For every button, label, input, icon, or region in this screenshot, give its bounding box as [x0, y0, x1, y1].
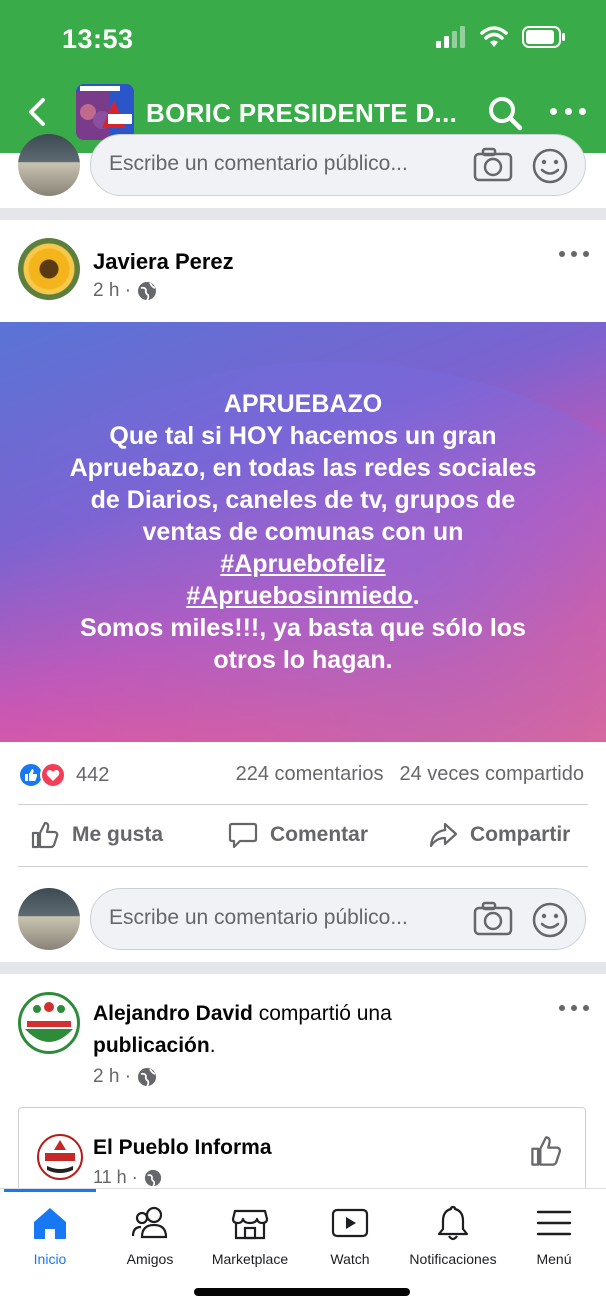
camera-icon[interactable]	[473, 901, 513, 937]
marketplace-icon	[231, 1209, 269, 1240]
post-meta: 2 h ·	[93, 1066, 157, 1088]
comment-composer: Escribe un comentario público...	[0, 886, 606, 952]
comment-composer: Escribe un comentario público...	[0, 132, 606, 198]
home-indicator	[194, 1288, 410, 1296]
tab-watch[interactable]: Watch	[300, 1203, 400, 1267]
author-avatar[interactable]	[18, 238, 80, 300]
menu-icon	[536, 1210, 572, 1236]
post-actions: Me gusta Comentar Compartir	[0, 812, 606, 862]
globe-icon	[144, 1169, 161, 1187]
comment-placeholder: Escribe un comentario público...	[109, 906, 408, 929]
search-icon	[489, 97, 523, 131]
globe-icon	[138, 282, 157, 301]
post-author[interactable]: Javiera Perez	[93, 249, 234, 275]
globe-icon	[138, 1068, 157, 1087]
post-time: 2 h ·	[93, 280, 132, 301]
comment-button[interactable]: Comentar	[228, 820, 368, 850]
cellular-signal-icon	[436, 26, 465, 48]
home-icon	[34, 1208, 66, 1239]
like-page-icon[interactable]	[529, 1134, 563, 1168]
emoji-icon[interactable]	[531, 147, 569, 185]
hashtag-link[interactable]: #Apruebosinmiedo	[186, 582, 412, 610]
engagement-counts: 224 comentarios 24 veces compartido	[236, 763, 584, 786]
reaction-count: 442	[76, 763, 110, 786]
post-time: 2 h ·	[93, 1066, 132, 1087]
feed-separator	[0, 962, 606, 974]
shared-post-author[interactable]: Alejandro David	[93, 1002, 253, 1025]
author-avatar[interactable]	[18, 992, 80, 1054]
bell-icon	[437, 1205, 469, 1241]
search-button[interactable]	[486, 94, 524, 132]
comment-input[interactable]: Escribe un comentario público...	[90, 888, 586, 950]
back-arrow-icon	[29, 98, 45, 126]
tab-menu[interactable]: Menú	[504, 1203, 604, 1267]
active-tab-indicator	[4, 1189, 96, 1192]
shared-post-header-line2: publicación.	[93, 1034, 216, 1057]
post-meta: 2 h ·	[93, 280, 157, 302]
divider	[18, 866, 588, 867]
reaction-summary[interactable]: 442	[18, 760, 109, 790]
share-count[interactable]: 24 veces compartido	[399, 763, 584, 786]
user-avatar	[18, 888, 80, 950]
tab-notificaciones[interactable]: Notificaciones	[400, 1203, 506, 1267]
tab-marketplace[interactable]: Marketplace	[200, 1203, 300, 1267]
page-post-meta: 11 h ·	[93, 1167, 162, 1188]
love-reaction-icon	[40, 762, 66, 788]
comment-placeholder: Escribe un comentario público...	[109, 152, 408, 175]
shared-publication-link[interactable]: publicación	[93, 1034, 210, 1057]
divider	[18, 804, 588, 805]
page-name[interactable]: El Pueblo Informa	[93, 1136, 272, 1160]
shared-post-header: Alejandro David compartió una	[93, 1002, 392, 1025]
emoji-icon[interactable]	[531, 901, 569, 939]
more-options-icon	[559, 251, 565, 257]
battery-icon	[522, 26, 565, 48]
page-avatar[interactable]	[37, 1134, 83, 1180]
back-button[interactable]	[20, 94, 54, 130]
thumbs-up-icon	[31, 821, 59, 849]
comment-icon	[228, 822, 258, 849]
tab-amigos[interactable]: Amigos	[100, 1203, 200, 1267]
wifi-icon	[480, 26, 508, 47]
post-options-button[interactable]	[559, 1005, 589, 1015]
share-button[interactable]: Compartir	[428, 820, 570, 850]
tab-inicio[interactable]: Inicio	[0, 1203, 100, 1267]
post-background-text: APRUEBAZO Que tal si HOY hacemos un gran…	[0, 322, 606, 742]
camera-icon[interactable]	[473, 147, 513, 183]
comment-input[interactable]: Escribe un comentario público...	[90, 134, 586, 196]
status-icons	[436, 26, 566, 48]
feed-separator	[0, 208, 606, 220]
hashtag-link[interactable]: #Apruebofeliz	[220, 550, 385, 578]
more-options-button[interactable]	[550, 96, 586, 126]
more-options-icon	[559, 1005, 565, 1011]
post-text: APRUEBAZO Que tal si HOY hacemos un gran…	[69, 390, 537, 674]
post-options-button[interactable]	[559, 251, 589, 261]
group-title[interactable]: BORIC PRESIDENTE D...	[146, 98, 457, 129]
comment-count[interactable]: 224 comentarios	[236, 763, 384, 786]
user-avatar	[18, 134, 80, 196]
more-options-icon	[550, 107, 557, 115]
status-time: 13:53	[62, 24, 134, 54]
app-header: 13:53 BORIC PRESIDENTE D...	[0, 0, 606, 153]
watch-icon	[331, 1208, 369, 1238]
friends-icon	[131, 1206, 168, 1239]
like-button[interactable]: Me gusta	[30, 820, 163, 850]
share-icon	[429, 822, 458, 848]
